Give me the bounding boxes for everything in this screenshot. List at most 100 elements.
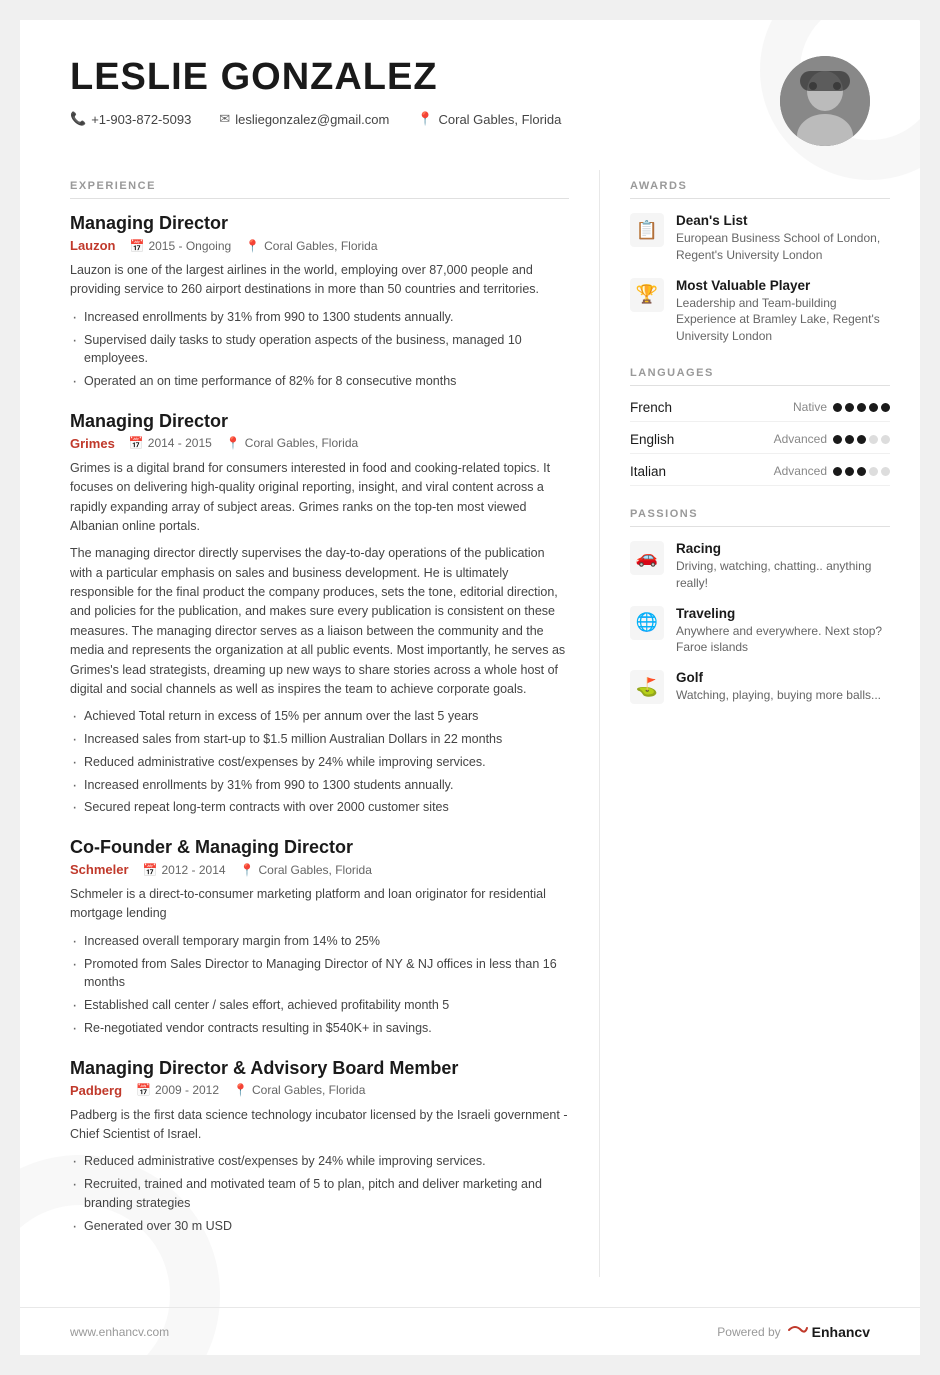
language-dots [833, 467, 890, 476]
exp-meta: Grimes 📅 2014 - 2015 📍 Coral Gables, Flo… [70, 436, 569, 451]
bullet-item: Supervised daily tasks to study operatio… [70, 331, 569, 369]
bullet-item: Increased overall temporary margin from … [70, 932, 569, 951]
lang-dot [881, 467, 890, 476]
exp-location: 📍 Coral Gables, Florida [226, 436, 358, 450]
location-icon: 📍 [417, 111, 433, 127]
calendar-icon: 📅 [130, 239, 145, 253]
lang-level-wrap: Native [793, 400, 890, 414]
award-icon: 🏆 [636, 284, 658, 305]
experience-section: EXPERIENCE Managing Director Lauzon 📅 20… [70, 180, 569, 1235]
exp-date: 📅 2012 - 2014 [143, 863, 226, 877]
award-item: 📋 Dean's List European Business School o… [630, 213, 890, 264]
passions-section: PASSIONS 🚗 Racing Driving, watching, cha… [630, 508, 890, 704]
award-content: Dean's List European Business School of … [676, 213, 890, 264]
passion-icon-wrap: 🚗 [630, 541, 664, 575]
lang-dot [881, 403, 890, 412]
lang-dot [869, 467, 878, 476]
language-name: Italian [630, 464, 666, 479]
location-text: Coral Gables, Florida [439, 112, 562, 127]
bullet-item: Established call center / sales effort, … [70, 996, 569, 1015]
languages-title: LANGUAGES [630, 367, 890, 386]
exp-date: 📅 2009 - 2012 [136, 1083, 219, 1097]
experience-item: Managing Director & Advisory Board Membe… [70, 1058, 569, 1236]
exp-description: Lauzon is one of the largest airlines in… [70, 261, 569, 300]
header-top: LESLIE GONZALEZ 📞 +1-903-872-5093 ✉ lesl… [70, 56, 870, 146]
languages-list: French Native English Advanced Italian A… [630, 400, 890, 486]
exp-location: 📍 Coral Gables, Florida [240, 863, 372, 877]
avatar [780, 56, 870, 146]
calendar-icon: 📅 [143, 863, 158, 877]
exp-bullets: Reduced administrative cost/expenses by … [70, 1152, 569, 1235]
passion-icon: ⛳ [636, 677, 658, 698]
exp-description: Grimes is a digital brand for consumers … [70, 459, 569, 537]
award-icon: 📋 [636, 220, 658, 241]
pin-icon: 📍 [226, 436, 241, 450]
experience-list: Managing Director Lauzon 📅 2015 - Ongoin… [70, 213, 569, 1235]
contact-row: 📞 +1-903-872-5093 ✉ lesliegonzalez@gmail… [70, 111, 561, 127]
exp-company: Lauzon [70, 238, 116, 253]
pin-icon: 📍 [233, 1083, 248, 1097]
calendar-icon: 📅 [129, 436, 144, 450]
bullet-item: Recruited, trained and motivated team of… [70, 1175, 569, 1213]
passion-icon: 🌐 [636, 612, 658, 633]
email-icon: ✉ [219, 111, 230, 127]
language-item: Italian Advanced [630, 464, 890, 486]
award-description: Leadership and Team-building Experience … [676, 295, 890, 345]
bullet-item: Promoted from Sales Director to Managing… [70, 955, 569, 993]
phone-text: +1-903-872-5093 [91, 112, 191, 127]
exp-company: Padberg [70, 1083, 122, 1098]
experience-title: EXPERIENCE [70, 180, 569, 199]
full-name: LESLIE GONZALEZ [70, 56, 561, 99]
language-dots [833, 435, 890, 444]
exp-job-title: Co-Founder & Managing Director [70, 837, 569, 858]
exp-job-title: Managing Director [70, 213, 569, 234]
header: LESLIE GONZALEZ 📞 +1-903-872-5093 ✉ lesl… [20, 20, 920, 170]
pin-icon: 📍 [240, 863, 255, 877]
bullet-item: Reduced administrative cost/expenses by … [70, 1152, 569, 1171]
exp-meta: Padberg 📅 2009 - 2012 📍 Coral Gables, Fl… [70, 1083, 569, 1098]
exp-bullets: Achieved Total return in excess of 15% p… [70, 707, 569, 817]
powered-by-text: Powered by [717, 1325, 780, 1339]
passion-icon-wrap: 🌐 [630, 606, 664, 640]
passion-title: Traveling [676, 606, 890, 621]
exp-description: Schmeler is a direct-to-consumer marketi… [70, 885, 569, 924]
right-column: AWARDS 📋 Dean's List European Business S… [600, 170, 920, 1277]
language-level: Advanced [774, 464, 827, 478]
awards-list: 📋 Dean's List European Business School o… [630, 213, 890, 345]
language-level: Native [793, 400, 827, 414]
exp-description: Padberg is the first data science techno… [70, 1106, 569, 1145]
lang-level-wrap: Advanced [774, 464, 890, 478]
exp-date: 📅 2014 - 2015 [129, 436, 212, 450]
language-dots [833, 403, 890, 412]
lang-dot [845, 403, 854, 412]
passions-title: PASSIONS [630, 508, 890, 527]
location-contact: 📍 Coral Gables, Florida [417, 111, 561, 127]
lang-dot [833, 435, 842, 444]
exp-desc2: The managing director directly supervise… [70, 544, 569, 699]
award-icon-wrap: 🏆 [630, 278, 664, 312]
name-block: LESLIE GONZALEZ 📞 +1-903-872-5093 ✉ lesl… [70, 56, 561, 127]
lang-dot [857, 435, 866, 444]
check-icon [787, 1322, 809, 1341]
exp-meta: Schmeler 📅 2012 - 2014 📍 Coral Gables, F… [70, 862, 569, 877]
passion-icon-wrap: ⛳ [630, 670, 664, 704]
exp-meta: Lauzon 📅 2015 - Ongoing 📍 Coral Gables, … [70, 238, 569, 253]
passion-title: Racing [676, 541, 890, 556]
exp-bullets: Increased enrollments by 31% from 990 to… [70, 308, 569, 391]
language-name: French [630, 400, 672, 415]
exp-location: 📍 Coral Gables, Florida [245, 239, 377, 253]
lang-dot [869, 403, 878, 412]
award-icon-wrap: 📋 [630, 213, 664, 247]
exp-job-title: Managing Director & Advisory Board Membe… [70, 1058, 569, 1079]
lang-dot [869, 435, 878, 444]
bullet-item: Increased enrollments by 31% from 990 to… [70, 308, 569, 327]
bullet-item: Increased enrollments by 31% from 990 to… [70, 776, 569, 795]
phone-contact: 📞 +1-903-872-5093 [70, 111, 191, 127]
pin-icon: 📍 [245, 239, 260, 253]
passion-content: Traveling Anywhere and everywhere. Next … [676, 606, 890, 657]
bullet-item: Re-negotiated vendor contracts resulting… [70, 1019, 569, 1038]
lang-dot [845, 467, 854, 476]
footer: www.enhancv.com Powered by Enhancv [20, 1307, 920, 1355]
main-content: EXPERIENCE Managing Director Lauzon 📅 20… [20, 170, 920, 1307]
passions-list: 🚗 Racing Driving, watching, chatting.. a… [630, 541, 890, 704]
